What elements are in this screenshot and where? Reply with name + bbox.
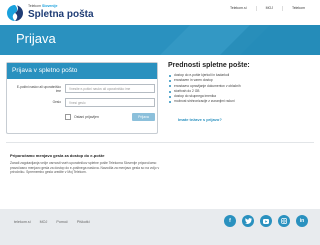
footer-nav: telekom.si MOJ Pomoč Piškotki [14,220,90,224]
username-label: E-poštni naslov ali uporabniško ime [16,85,61,93]
instagram-icon[interactable] [278,215,290,227]
login-help-link[interactable]: Imate težave s prijavo? [178,117,222,122]
list-item: možnost sinhronizacije z zunanjimi račun… [168,99,314,104]
advantages-title: Prednosti spletne pošte: [168,62,250,69]
footer-link-pomoc[interactable]: Pomoč [56,220,67,224]
site-header: Telekom Slovenije Spletna pošta Telekom.… [0,0,320,25]
logo-company: Telekom Slovenije [28,4,58,8]
logo[interactable]: Telekom Slovenije Spletna pošta [6,3,94,23]
top-nav: Telekom.si MOJ Telekom [221,6,314,11]
footer-link-moj[interactable]: MOJ [40,220,48,224]
password-change-title: Priporočamo menjavo gesla za dostop do e… [10,153,105,158]
twitter-icon[interactable] [242,215,254,227]
linkedin-icon[interactable]: in [296,215,308,227]
password-input[interactable]: Vnesi geslo [65,98,155,107]
top-nav-link-telekom[interactable]: Telekom [281,6,314,11]
password-change-text: Zaradi zagotavljanja večje varnosti vseh… [10,161,160,174]
login-button[interactable]: Prijava [132,113,155,121]
password-label: Geslo [52,100,61,104]
password-placeholder: Vnesi geslo [69,101,86,105]
youtube-icon[interactable] [260,215,272,227]
login-title: Prijava v spletno pošto [7,63,157,79]
username-placeholder: Vnesite e-poštni naslov ali uporabniško … [69,87,131,91]
footer-link-piskotki[interactable]: Piškotki [77,220,90,224]
page-banner: Prijava [0,25,320,55]
advantages-list: dostop do e-pošte kjerkoli in kadarkoli … [168,73,314,105]
footer-link-telekom-si[interactable]: telekom.si [14,220,31,224]
remember-label[interactable]: Ostani prijavljen [74,115,99,119]
username-input[interactable]: Vnesite e-poštni naslov ali uporabniško … [65,84,155,93]
social-links: f in [224,215,308,227]
password-change-section: Priporočamo menjavo gesla za dostop do e… [10,153,310,175]
telekom-logo-icon [7,5,23,21]
site-footer: telekom.si MOJ Pomoč Piškotki f in [0,209,320,245]
login-panel: Prijava v spletno pošto E-poštni naslov … [6,62,158,134]
logo-title: Spletna pošta [28,9,94,20]
page-title: Prijava [16,31,56,46]
top-nav-link-telekom-si[interactable]: Telekom.si [221,6,256,11]
advantages-section: Prednosti spletne pošte: dostop do e-poš… [168,62,314,105]
top-nav-link-moj[interactable]: MOJ [255,6,282,11]
divider [6,142,314,143]
facebook-icon[interactable]: f [224,215,236,227]
banner-decoration [160,25,320,55]
remember-checkbox[interactable] [65,114,71,120]
